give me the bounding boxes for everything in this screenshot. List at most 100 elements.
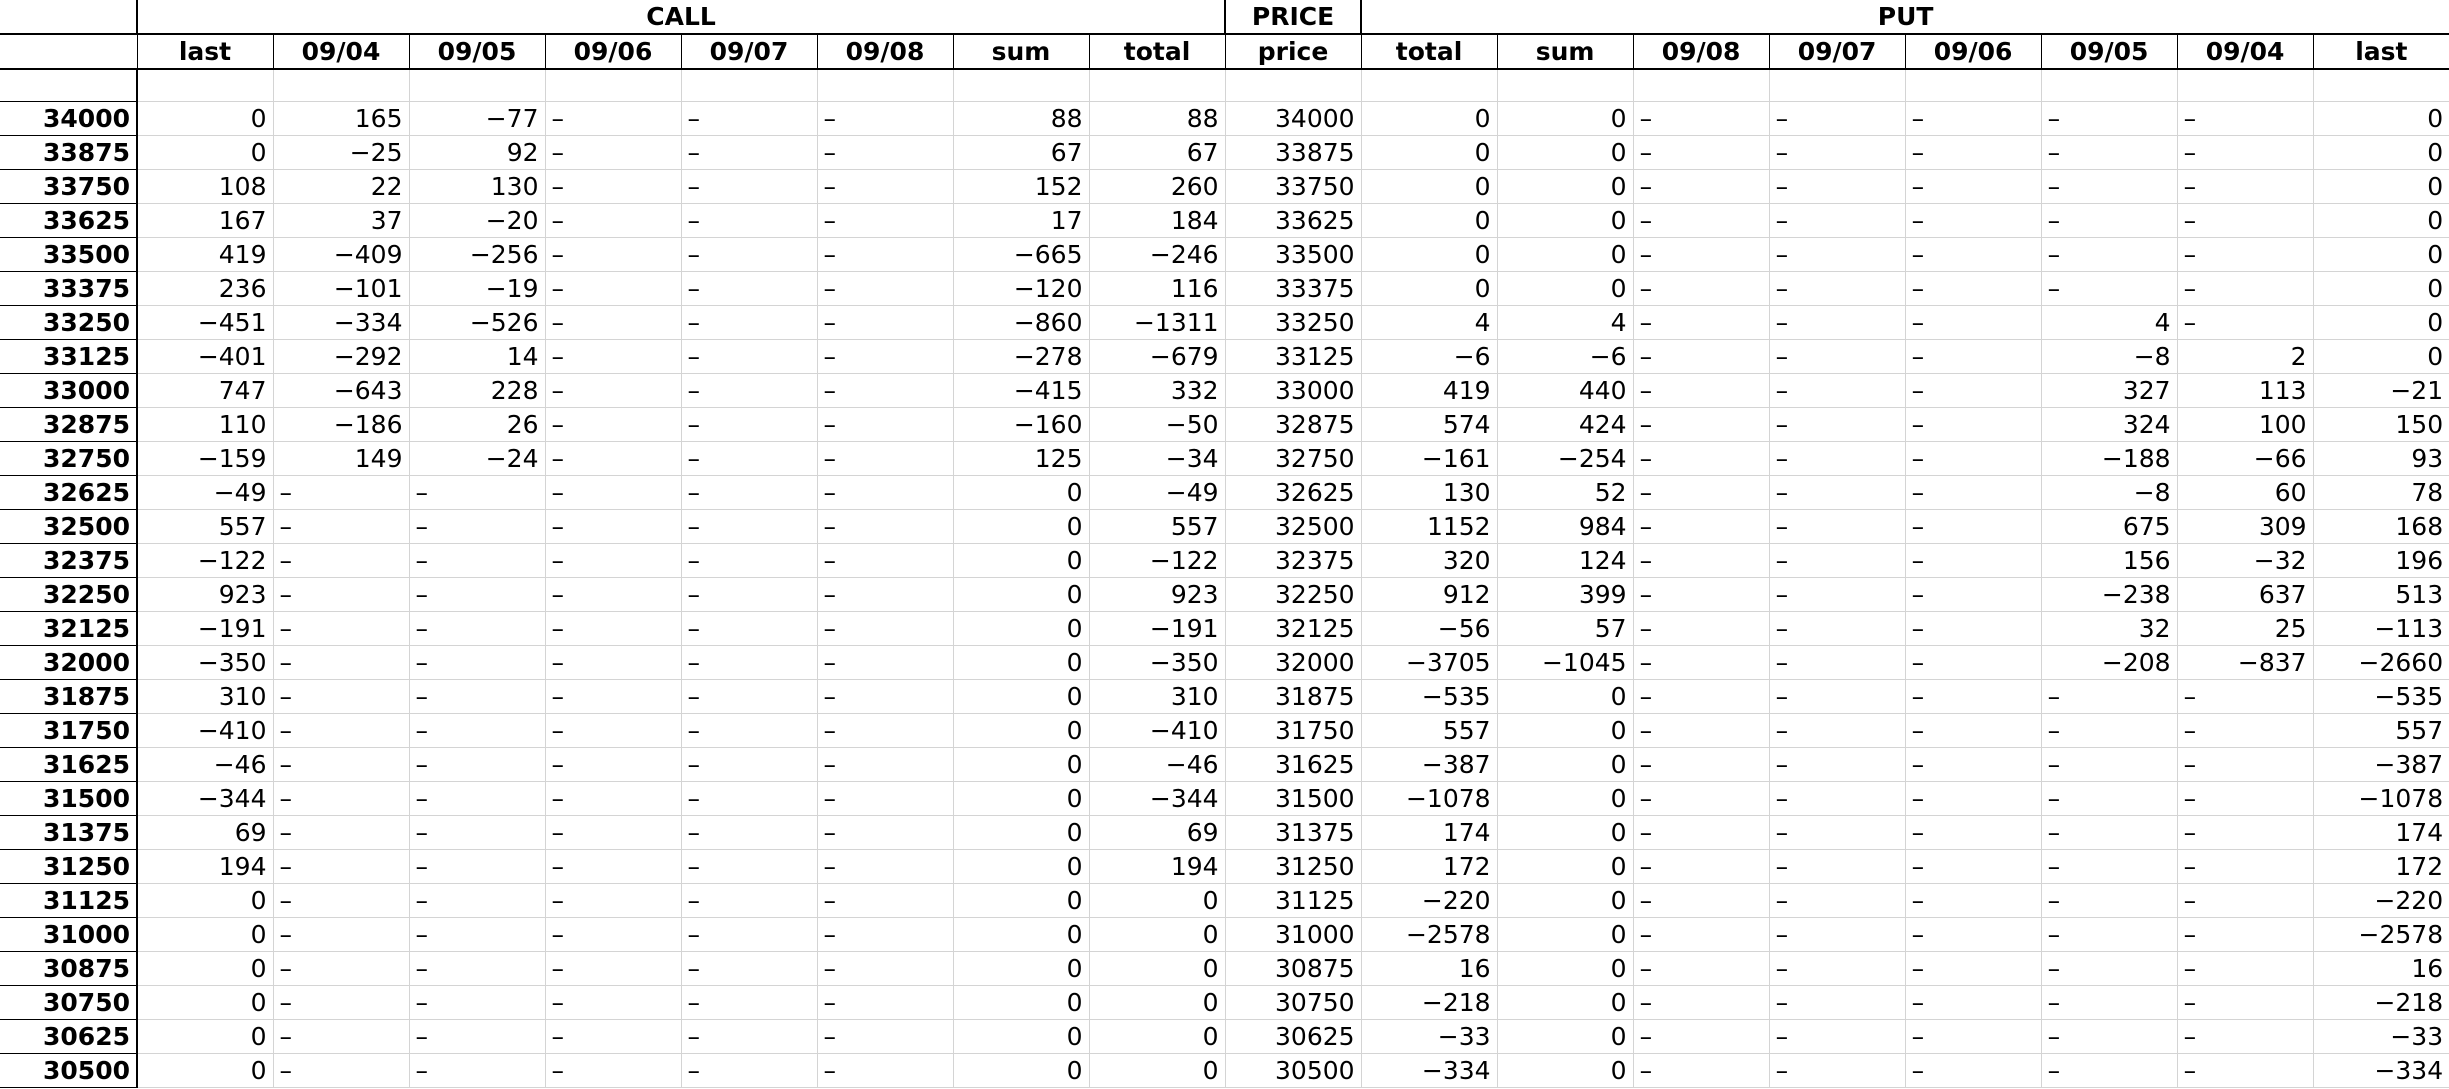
data-cell[interactable]: – xyxy=(816,169,953,204)
data-cell[interactable]: – xyxy=(1768,373,1906,408)
data-cell[interactable]: 0 xyxy=(952,543,1089,578)
data-cell[interactable]: – xyxy=(816,815,953,850)
data-cell[interactable]: 0 xyxy=(136,135,273,170)
data-cell[interactable]: – xyxy=(680,815,817,850)
data-cell[interactable]: −188 xyxy=(2040,441,2178,476)
data-cell[interactable]: −334 xyxy=(1360,1053,1498,1088)
data-cell[interactable]: −218 xyxy=(2312,985,2449,1020)
data-cell[interactable]: – xyxy=(272,1019,409,1054)
data-cell[interactable]: −2578 xyxy=(2312,917,2449,952)
data-cell[interactable]: – xyxy=(272,509,409,544)
data-cell[interactable]: 37 xyxy=(272,203,409,238)
data-cell[interactable]: – xyxy=(1632,101,1770,136)
data-cell[interactable]: – xyxy=(816,611,953,646)
data-cell[interactable]: 69 xyxy=(136,815,273,850)
data-cell[interactable]: – xyxy=(272,815,409,850)
data-cell[interactable]: 32750 xyxy=(1224,441,1362,476)
data-cell[interactable]: – xyxy=(408,883,545,918)
data-cell[interactable]: – xyxy=(2040,1019,2178,1054)
data-cell[interactable]: – xyxy=(272,951,409,986)
data-cell[interactable]: – xyxy=(680,441,817,476)
data-cell[interactable]: −122 xyxy=(136,543,273,578)
data-cell[interactable]: – xyxy=(544,509,681,544)
data-cell[interactable]: – xyxy=(272,645,409,680)
data-cell[interactable]: – xyxy=(544,1053,681,1088)
data-cell[interactable]: 165 xyxy=(272,101,409,136)
data-cell[interactable]: – xyxy=(2040,951,2178,986)
data-cell[interactable]: 17 xyxy=(952,203,1089,238)
data-cell[interactable]: – xyxy=(2176,135,2314,170)
row-key-cell[interactable]: 32125 xyxy=(0,611,138,646)
data-cell[interactable]: – xyxy=(544,713,681,748)
data-cell[interactable]: −56 xyxy=(1360,611,1498,646)
data-cell[interactable]: – xyxy=(1768,101,1906,136)
data-cell[interactable]: 31500 xyxy=(1224,781,1362,816)
data-cell[interactable]: 33375 xyxy=(1224,271,1362,306)
data-cell[interactable]: 16 xyxy=(2312,951,2449,986)
data-cell[interactable]: 26 xyxy=(408,407,545,442)
row-key-cell[interactable]: 33875 xyxy=(0,135,138,170)
data-cell[interactable]: – xyxy=(680,203,817,238)
data-cell[interactable]: −344 xyxy=(136,781,273,816)
data-cell[interactable]: 32500 xyxy=(1224,509,1362,544)
data-cell[interactable]: 152 xyxy=(952,169,1089,204)
data-cell[interactable]: – xyxy=(1768,679,1906,714)
data-cell[interactable]: 0 xyxy=(1360,135,1498,170)
data-cell[interactable]: −246 xyxy=(1088,237,1226,272)
data-cell[interactable]: – xyxy=(816,441,953,476)
row-key-cell[interactable]: 33625 xyxy=(0,203,138,238)
data-cell[interactable]: – xyxy=(816,645,953,680)
data-cell[interactable]: – xyxy=(816,305,953,340)
data-cell[interactable]: 260 xyxy=(1088,169,1226,204)
data-cell[interactable]: 174 xyxy=(1360,815,1498,850)
data-cell[interactable]: 2 xyxy=(2176,339,2314,374)
data-cell[interactable]: 100 xyxy=(2176,407,2314,442)
data-cell[interactable]: – xyxy=(1768,305,1906,340)
data-cell[interactable]: 0 xyxy=(952,985,1089,1020)
data-cell[interactable]: – xyxy=(544,679,681,714)
data-cell[interactable]: – xyxy=(2040,1053,2178,1088)
row-key-cell[interactable]: 31875 xyxy=(0,679,138,714)
data-cell[interactable]: 0 xyxy=(1496,135,1634,170)
data-cell[interactable]: 32250 xyxy=(1224,577,1362,612)
data-cell[interactable]: – xyxy=(2176,305,2314,340)
data-cell[interactable]: – xyxy=(408,815,545,850)
data-cell[interactable]: 0 xyxy=(1496,169,1634,204)
data-cell[interactable]: 0 xyxy=(952,883,1089,918)
data-cell[interactable]: – xyxy=(1632,305,1770,340)
data-cell[interactable]: – xyxy=(544,951,681,986)
data-cell[interactable]: −1045 xyxy=(1496,645,1634,680)
data-cell[interactable]: 0 xyxy=(2312,169,2449,204)
data-cell[interactable]: 0 xyxy=(1496,781,1634,816)
data-cell[interactable]: −33 xyxy=(1360,1019,1498,1054)
blank-cell[interactable] xyxy=(1224,69,1362,102)
data-cell[interactable]: 0 xyxy=(136,883,273,918)
data-cell[interactable]: – xyxy=(816,951,953,986)
data-cell[interactable]: – xyxy=(816,713,953,748)
data-cell[interactable]: 33500 xyxy=(1224,237,1362,272)
data-cell[interactable]: – xyxy=(544,781,681,816)
data-cell[interactable]: −220 xyxy=(1360,883,1498,918)
data-cell[interactable]: 0 xyxy=(952,645,1089,680)
data-cell[interactable]: – xyxy=(816,849,953,884)
data-cell[interactable]: 513 xyxy=(2312,577,2449,612)
data-cell[interactable]: 0 xyxy=(1088,1019,1226,1054)
data-cell[interactable]: – xyxy=(1632,271,1770,306)
blank-cell[interactable] xyxy=(544,69,681,102)
data-cell[interactable]: – xyxy=(2040,237,2178,272)
data-cell[interactable]: – xyxy=(816,781,953,816)
data-cell[interactable]: −191 xyxy=(1088,611,1226,646)
data-cell[interactable]: – xyxy=(680,985,817,1020)
data-cell[interactable]: – xyxy=(1632,475,1770,510)
row-key-cell[interactable]: 32500 xyxy=(0,509,138,544)
data-cell[interactable]: – xyxy=(1768,135,1906,170)
data-cell[interactable]: 0 xyxy=(1496,985,1634,1020)
data-cell[interactable]: – xyxy=(680,135,817,170)
data-cell[interactable]: 0 xyxy=(952,1053,1089,1088)
data-cell[interactable]: −1311 xyxy=(1088,305,1226,340)
data-cell[interactable]: – xyxy=(816,101,953,136)
data-cell[interactable]: – xyxy=(544,169,681,204)
data-cell[interactable]: – xyxy=(1632,373,1770,408)
data-cell[interactable]: 419 xyxy=(136,237,273,272)
data-cell[interactable]: 52 xyxy=(1496,475,1634,510)
